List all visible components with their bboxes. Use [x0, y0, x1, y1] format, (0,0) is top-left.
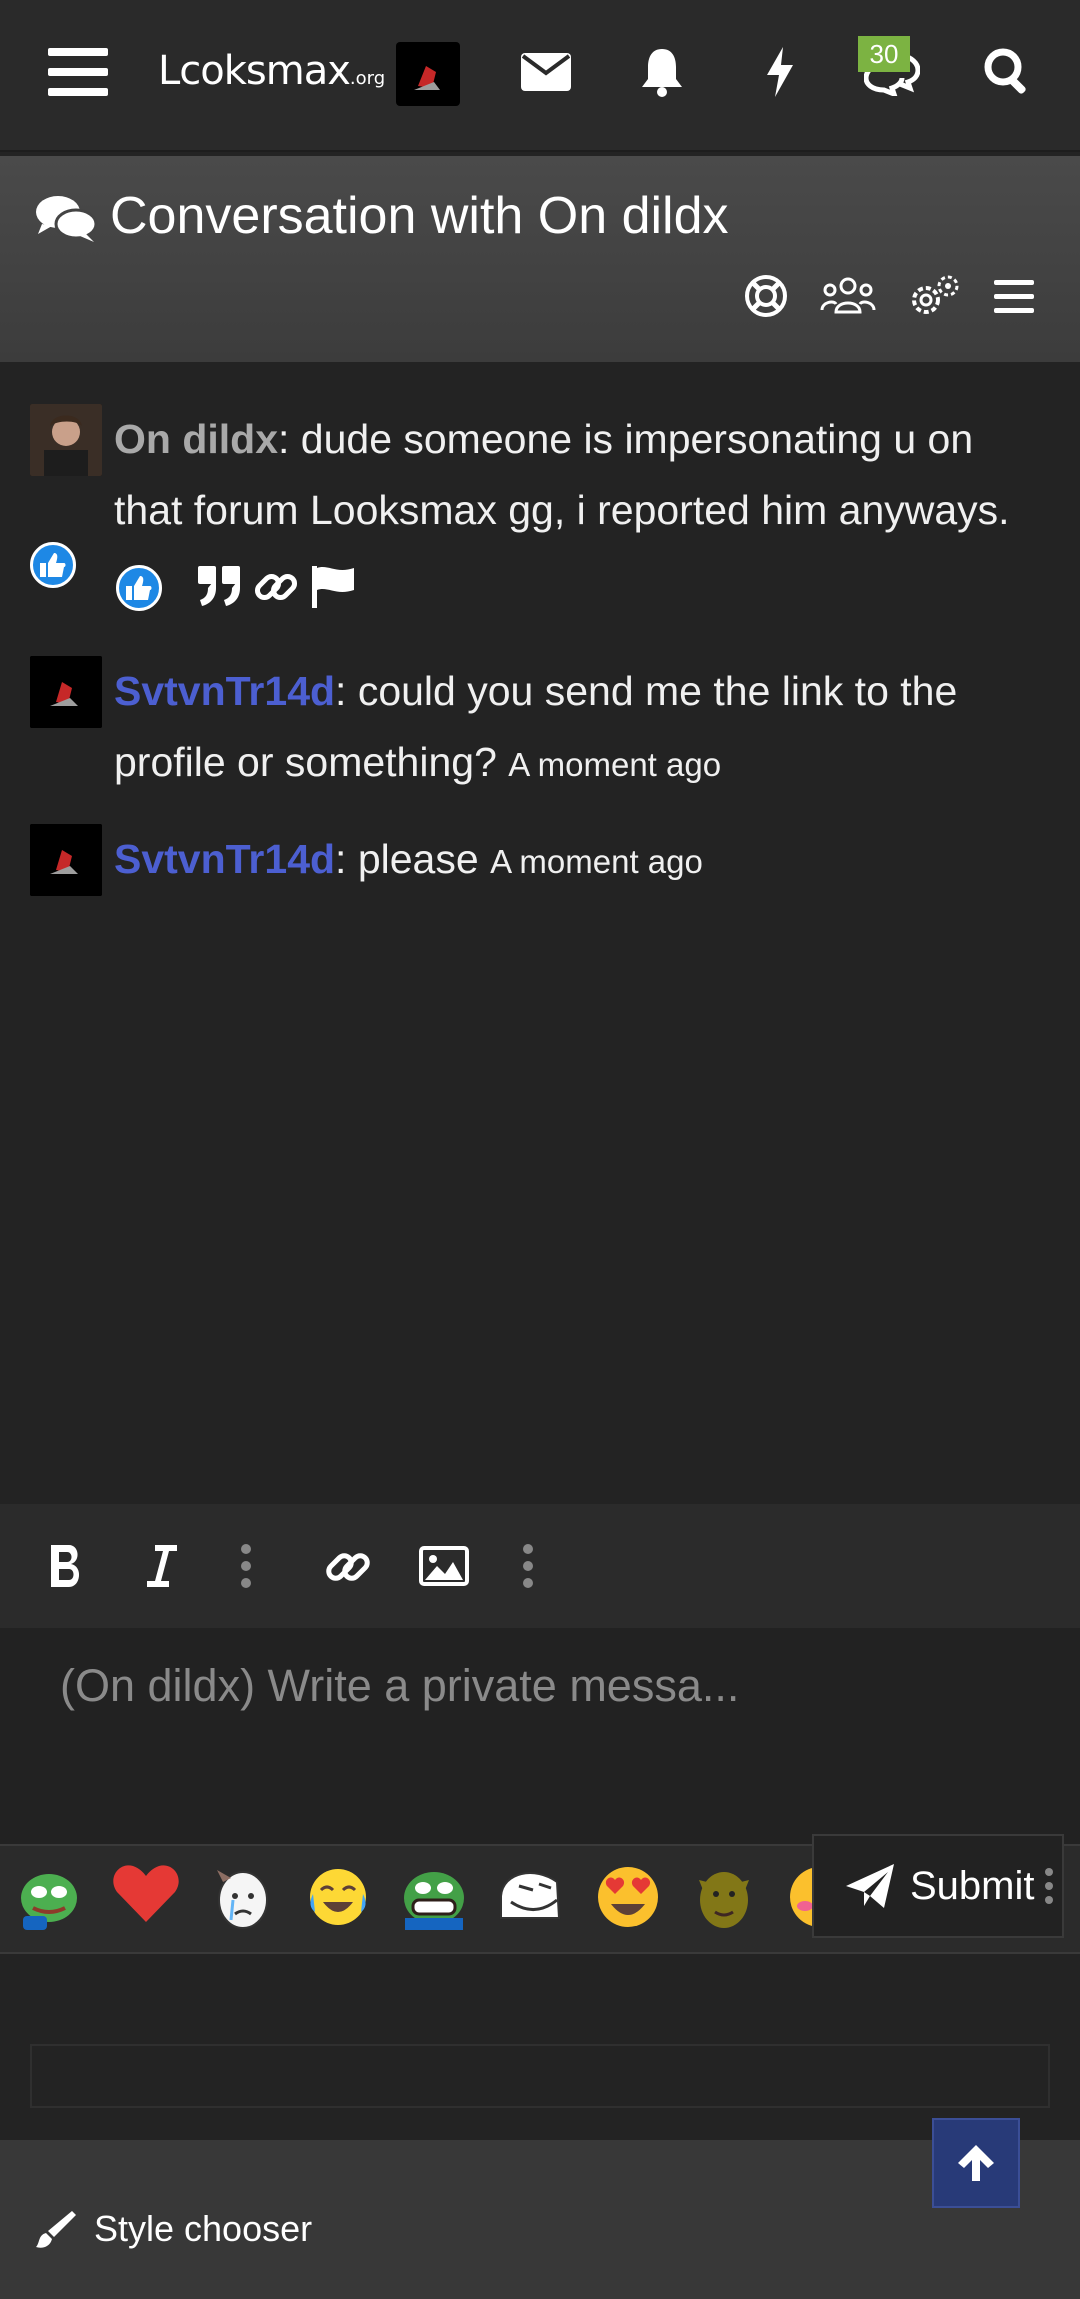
insert-image-icon[interactable]: [412, 1534, 476, 1598]
message-timestamp[interactable]: A moment ago: [508, 746, 721, 783]
message-editor[interactable]: (On dildx) Write a private messa...: [0, 1628, 1080, 1844]
message-item: SvtvnTr14d: please A moment ago: [30, 824, 1050, 897]
submit-options-icon[interactable]: [1043, 1866, 1055, 1906]
footer: Style chooser: [0, 2140, 1080, 2299]
message-avatar[interactable]: [30, 824, 102, 896]
link-icon: [254, 573, 298, 601]
quote-button[interactable]: [196, 564, 244, 608]
message-input-placeholder[interactable]: (On dildx) Write a private messa...: [60, 1660, 739, 1712]
style-chooser-label: Style chooser: [94, 2208, 313, 2249]
like-reaction-icon: [116, 565, 162, 611]
search-icon[interactable]: [972, 36, 1044, 108]
report-button[interactable]: [310, 564, 356, 610]
editor-toolbar: [0, 1504, 1080, 1628]
pepe-grin-smilie[interactable]: [396, 1862, 472, 1938]
whats-new-bolt-icon[interactable]: [744, 36, 816, 108]
like-reaction-icon: [30, 542, 76, 588]
italic-icon[interactable]: [130, 1534, 194, 1598]
hamburger-menu-icon[interactable]: [42, 36, 114, 108]
page-title: Conversation with On dildx: [110, 187, 729, 245]
settings-gears-icon[interactable]: [904, 266, 964, 326]
submit-label: Submit: [910, 1863, 1035, 1908]
insert-link-icon[interactable]: [316, 1534, 380, 1598]
inbox-envelope-icon[interactable]: [510, 36, 582, 108]
arrow-up-icon: [958, 2145, 994, 2181]
message-text: : please: [335, 836, 479, 882]
paint-brush-icon: [36, 2211, 76, 2248]
message-author[interactable]: SvtvnTr14d: [114, 668, 335, 714]
paper-plane-icon: [846, 1864, 894, 1908]
scroll-to-top-button[interactable]: [932, 2118, 1020, 2208]
empty-content-box: [30, 2044, 1050, 2108]
reaction-summary[interactable]: [30, 542, 76, 588]
crying-wojak-smilie[interactable]: [204, 1862, 280, 1938]
site-logo[interactable]: Lcoksmax.org: [158, 48, 385, 94]
conversation-bubbles-icon: [34, 192, 98, 251]
message-avatar[interactable]: [30, 656, 102, 728]
quote-icon: [198, 566, 240, 606]
like-button[interactable]: [116, 565, 162, 611]
more-insert-icon[interactable]: [496, 1534, 560, 1598]
style-chooser-link[interactable]: Style chooser: [36, 2208, 312, 2250]
bold-icon[interactable]: [34, 1534, 98, 1598]
message-author[interactable]: On dildx: [114, 416, 278, 462]
submit-button[interactable]: Submit: [812, 1834, 1064, 1938]
more-formatting-icon[interactable]: [214, 1534, 278, 1598]
notifications-bell-icon[interactable]: [626, 36, 698, 108]
message-timestamp[interactable]: A moment ago: [490, 843, 703, 880]
chat-count-badge: 30: [858, 36, 910, 72]
shrek-smilie[interactable]: [686, 1862, 762, 1938]
conversation-header: Conversation with On dildx: [0, 156, 1080, 362]
message-item: On dildx: dude someone is impersonating …: [30, 404, 1050, 546]
more-options-menu-icon[interactable]: [984, 266, 1044, 326]
message-author[interactable]: SvtvnTr14d: [114, 836, 335, 882]
tears-of-joy-smilie[interactable]: [300, 1862, 376, 1938]
heart-eyes-smilie[interactable]: [590, 1862, 666, 1938]
message-item: SvtvnTr14d: could you send me the link t…: [30, 656, 1050, 800]
troll-face-smilie[interactable]: [492, 1862, 568, 1938]
message-avatar[interactable]: [30, 404, 102, 476]
top-navigation-bar: Lcoksmax.org 30: [0, 0, 1080, 152]
flag-icon: [312, 566, 354, 608]
lifebuoy-help-icon[interactable]: [736, 266, 796, 326]
pepe-facepalm-smilie[interactable]: [12, 1862, 88, 1938]
permalink-button[interactable]: [252, 564, 300, 608]
participants-users-icon[interactable]: [818, 266, 878, 326]
heart-smilie[interactable]: [108, 1862, 184, 1938]
user-avatar[interactable]: [396, 42, 460, 106]
